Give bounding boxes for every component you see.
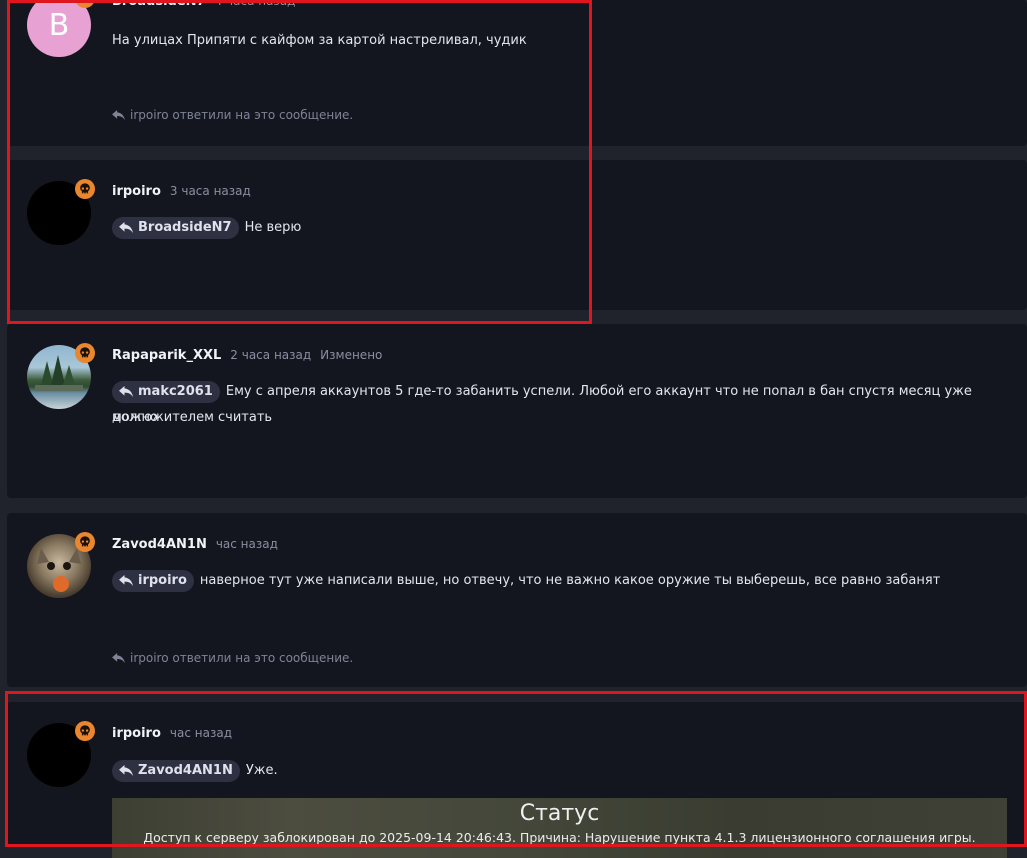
timestamp[interactable]: час назад — [170, 726, 232, 740]
reply-to-chip[interactable]: irpoiro — [112, 569, 194, 592]
reply-arrow-icon — [112, 109, 125, 120]
comment-text: Не верю — [244, 220, 302, 235]
comment-card: Rapaparik_XXL 2 часа назад Изменено makc… — [7, 324, 1027, 498]
timestamp[interactable]: 3 часа назад — [170, 184, 251, 198]
comment-text-row: BroadsideN7 Не верю — [112, 215, 301, 241]
attached-screenshot[interactable]: Статус Доступ к серверу заблокирован до … — [112, 798, 1007, 858]
reply-to-name: BroadsideN7 — [138, 219, 232, 235]
skull-icon — [75, 721, 95, 741]
username[interactable]: irpoiro — [112, 184, 161, 199]
replied-note-text: irpoiro ответили на это сообщение. — [130, 651, 354, 665]
comment-header: irpoiro час назад — [112, 726, 232, 741]
reply-arrow-icon — [112, 652, 125, 663]
comment-card: irpoiro 3 часа назад BroadsideN7 Не верю — [7, 160, 1027, 310]
comment-text-row: Zavod4AN1N Уже. — [112, 758, 278, 784]
reply-to-chip[interactable]: Zavod4AN1N — [112, 759, 240, 782]
comment-header: irpoiro 3 часа назад — [112, 184, 251, 199]
comment-text-line-2: долгожителем считать — [112, 410, 273, 425]
comment-card: B BroadsideN7 4 часа назад На улицах При… — [7, 0, 1027, 146]
reply-arrow-icon — [119, 764, 133, 776]
reply-to-name: irpoiro — [138, 572, 187, 588]
username[interactable]: irpoiro — [112, 726, 161, 741]
reply-arrow-icon — [119, 574, 133, 586]
username[interactable]: Rapaparik_XXL — [112, 348, 221, 363]
replied-note-text: irpoiro ответили на это сообщение. — [130, 108, 354, 122]
replied-note[interactable]: irpoiro ответили на это сообщение. — [112, 651, 353, 665]
username[interactable]: BroadsideN7 — [112, 0, 206, 9]
comment-card: irpoiro час назад Zavod4AN1N Уже. Статус… — [7, 702, 1027, 858]
reply-to-chip[interactable]: makc2061 — [112, 380, 220, 403]
comment-text: Уже. — [245, 763, 278, 778]
avatar[interactable]: B — [27, 0, 91, 57]
reply-arrow-icon — [119, 221, 133, 233]
comment-header: Zavod4AN1N час назад — [112, 537, 278, 552]
comment-header: BroadsideN7 4 часа назад — [112, 0, 295, 9]
timestamp[interactable]: 2 часа назад — [230, 348, 311, 362]
skull-icon — [75, 343, 95, 363]
replied-note[interactable]: irpoiro ответили на это сообщение. — [112, 108, 353, 122]
timestamp[interactable]: час назад — [216, 537, 278, 551]
comment-text-row: irpoiro наверное тут уже написали выше, … — [112, 568, 940, 594]
comment-card: Zavod4AN1N час назад irpoiro наверное ту… — [7, 513, 1027, 687]
comment-header: Rapaparik_XXL 2 часа назад Изменено — [112, 348, 382, 363]
status-title: Статус — [519, 801, 600, 826]
timestamp[interactable]: 4 часа назад — [215, 0, 296, 8]
comment-text: наверное тут уже написали выше, но отвеч… — [199, 573, 941, 588]
status-ban-text: Доступ к серверу заблокирован до 2025-09… — [143, 830, 976, 845]
edited-label: Изменено — [320, 348, 383, 362]
reply-to-name: Zavod4AN1N — [138, 762, 233, 778]
reply-to-chip[interactable]: BroadsideN7 — [112, 216, 239, 239]
username[interactable]: Zavod4AN1N — [112, 537, 207, 552]
comment-text: На улицах Припяти с кайфом за картой нас… — [112, 33, 527, 48]
reply-arrow-icon — [119, 385, 133, 397]
reply-to-name: makc2061 — [138, 383, 213, 399]
skull-icon — [75, 532, 95, 552]
skull-icon — [75, 179, 95, 199]
